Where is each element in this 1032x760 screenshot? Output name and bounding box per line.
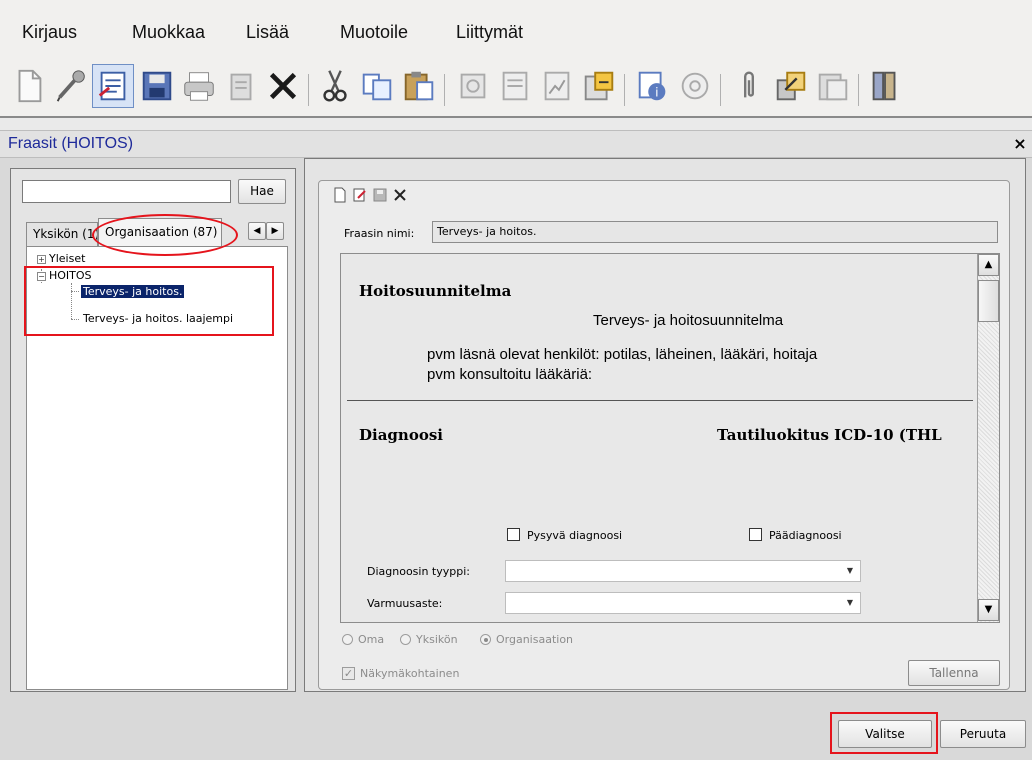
- scrollbar-thumb[interactable]: [978, 280, 999, 322]
- main-diagnosis-label: Päädiagnoosi: [769, 529, 842, 542]
- dialog-title: Fraasit (HOITOS): [8, 135, 134, 152]
- document-scrollbar[interactable]: ▲ ▼: [977, 254, 999, 622]
- phrase-document: Hoitosuunnitelma Terveys- ja hoitosuunni…: [341, 254, 977, 622]
- search-button[interactable]: Hae: [238, 179, 286, 204]
- chevron-down-icon: ▼: [846, 566, 854, 575]
- dialog-title-bar: Fraasit (HOITOS) ×: [0, 130, 1032, 158]
- certainty-select[interactable]: ▼: [505, 592, 861, 614]
- certainty-label: Varmuusaste:: [367, 597, 443, 610]
- toolbar: i: [0, 58, 1032, 118]
- radio-yksikon[interactable]: [400, 634, 411, 645]
- save-icon[interactable]: [136, 64, 178, 108]
- toolbar-separator: [720, 74, 721, 106]
- cut-icon[interactable]: [314, 64, 356, 108]
- save-button[interactable]: Tallenna: [908, 660, 1000, 686]
- document-line: pvm konsultoitu lääkäriä:: [427, 366, 593, 383]
- permanent-diagnosis-checkbox[interactable]: [507, 528, 520, 541]
- microphone-icon[interactable]: [50, 64, 92, 108]
- tab-scroll-left-icon[interactable]: ◀: [248, 222, 266, 240]
- delete-icon[interactable]: [392, 187, 410, 205]
- export-icon[interactable]: [578, 64, 620, 108]
- toolbar-separator: [624, 74, 625, 106]
- menu-liittymat[interactable]: Liittymät: [456, 22, 523, 43]
- menu-muokkaa[interactable]: Muokkaa: [132, 22, 205, 43]
- scroll-up-icon[interactable]: ▲: [978, 254, 999, 276]
- paste-icon[interactable]: [398, 64, 440, 108]
- phrase-name-label: Fraasin nimi:: [344, 227, 415, 240]
- expand-icon[interactable]: +: [37, 254, 46, 264]
- radio-organisaation-label: Organisaation: [496, 633, 574, 646]
- search-input[interactable]: [22, 180, 231, 203]
- save-icon[interactable]: [372, 187, 390, 205]
- view-icon[interactable]: [812, 64, 854, 108]
- icd-classification-heading: Tautiluokitus ICD-10 (THL: [717, 426, 942, 444]
- info-icon[interactable]: i: [632, 64, 674, 108]
- diagnosis-type-select[interactable]: ▼: [505, 560, 861, 582]
- attachment-icon[interactable]: [728, 64, 770, 108]
- section-heading-diagnoosi: Diagnoosi: [359, 426, 443, 444]
- scroll-down-icon[interactable]: ▼: [978, 599, 999, 621]
- permanent-diagnosis-label: Pysyvä diagnoosi: [527, 529, 623, 542]
- section-heading-hoitosuunnitelma: Hoitosuunnitelma: [359, 282, 512, 300]
- new-document-icon[interactable]: [8, 64, 50, 108]
- help-icon[interactable]: [674, 64, 716, 108]
- radio-oma[interactable]: [342, 634, 353, 645]
- cancel-button[interactable]: Peruuta: [940, 720, 1026, 748]
- copy-icon[interactable]: [356, 64, 398, 108]
- form-icon[interactable]: [494, 64, 536, 108]
- radio-organisaation[interactable]: [480, 634, 491, 645]
- section-divider: [347, 400, 973, 401]
- toolbar-separator: [444, 74, 445, 106]
- annotation-ellipse: [92, 214, 238, 256]
- tab-scroll-right-icon[interactable]: ▶: [266, 222, 284, 240]
- edit-document-icon[interactable]: [352, 187, 370, 205]
- toolbar-separator: [308, 74, 309, 106]
- menu-lisaa[interactable]: Lisää: [246, 22, 289, 43]
- radio-oma-label: Oma: [358, 633, 385, 646]
- menu-kirjaus[interactable]: Kirjaus: [22, 22, 77, 43]
- tree-node-label: Yleiset: [49, 252, 86, 265]
- chevron-down-icon: ▼: [846, 598, 854, 607]
- chart-icon[interactable]: [536, 64, 578, 108]
- diagnosis-type-label: Diagnoosin tyyppi:: [367, 565, 470, 578]
- archive-icon[interactable]: [220, 64, 262, 108]
- radio-yksikon-label: Yksikön: [416, 633, 458, 646]
- document-line: pvm läsnä olevat henkilöt: potilas, lähe…: [427, 346, 818, 363]
- annotation-rectangle: [24, 266, 274, 336]
- print-icon[interactable]: [178, 64, 220, 108]
- delete-icon[interactable]: [262, 64, 304, 108]
- transfer-icon[interactable]: [770, 64, 812, 108]
- tree-node-yleiset[interactable]: + Yleiset: [37, 252, 85, 266]
- document-selected-icon[interactable]: [92, 64, 134, 108]
- tool-icon[interactable]: [452, 64, 494, 108]
- svg-text:i: i: [655, 85, 658, 99]
- toolbar-separator: [858, 74, 859, 106]
- menu-bar: Kirjaus Muokkaa Lisää Muotoile Liittymät: [0, 0, 1032, 58]
- book-icon[interactable]: [864, 64, 906, 108]
- view-specific-label: Näkymäkohtainen: [360, 667, 460, 680]
- new-document-icon[interactable]: [332, 187, 350, 205]
- annotation-rectangle: [830, 712, 938, 754]
- tab-yksikon[interactable]: Yksikön (1): [26, 222, 98, 246]
- view-specific-checkbox[interactable]: ✓: [342, 667, 355, 680]
- document-title: Terveys- ja hoitosuunnitelma: [593, 312, 784, 329]
- close-icon[interactable]: ×: [1010, 134, 1030, 154]
- main-diagnosis-checkbox[interactable]: [749, 528, 762, 541]
- menu-muotoile[interactable]: Muotoile: [340, 22, 408, 43]
- phrase-name-field[interactable]: Terveys- ja hoitos.: [432, 221, 998, 243]
